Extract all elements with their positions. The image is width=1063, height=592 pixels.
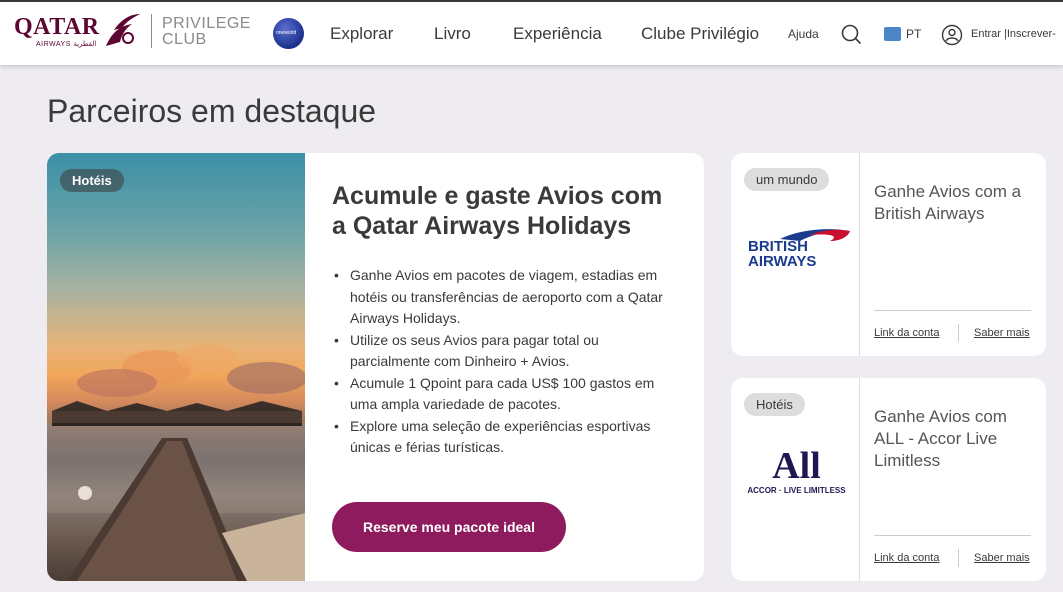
globe-icon[interactable]: [884, 27, 901, 41]
featured-partner-card: Hotéis Acumule e gaste Avios com a Qatar…: [47, 153, 704, 581]
page-title: Parceiros em destaque: [47, 93, 377, 129]
help-link[interactable]: Ajuda: [788, 27, 819, 41]
privilege-club-label[interactable]: PRIVILEGE CLUB: [162, 16, 251, 48]
link-separator: [958, 324, 959, 342]
link-account-link[interactable]: Link da conta: [874, 552, 939, 564]
oneworld-text: oneworld: [276, 30, 297, 36]
logo-line: BRITISH: [748, 238, 808, 255]
category-tag: um mundo: [744, 168, 830, 191]
oryx-icon: [106, 14, 140, 46]
featured-card-title: Acumule e gaste Avios com a Qatar Airway…: [332, 182, 663, 240]
nav-livro[interactable]: Livro: [434, 24, 471, 44]
logo-line: AIRWAYS: [748, 253, 817, 270]
learn-more-link[interactable]: Saber mais: [974, 327, 1030, 339]
link-separator: [958, 549, 959, 567]
club-label: CLUB: [162, 31, 207, 48]
privilege-label: PRIVILEGE: [162, 15, 251, 32]
card-divider: [859, 153, 860, 356]
card-divider: [859, 378, 860, 581]
nav-experiencia[interactable]: Experiência: [513, 24, 602, 44]
accor-all-logo: All ACCOR · LIVE LIMITLESS: [739, 445, 854, 496]
top-header: QATAR AIRWAYS القطرية PRIVILEGE CLUB one…: [0, 0, 1063, 65]
learn-more-link[interactable]: Saber mais: [974, 552, 1030, 564]
search-icon[interactable]: [840, 23, 862, 45]
logo-mark: All: [772, 445, 821, 487]
category-tag: Hotéis: [744, 393, 805, 416]
book-package-button[interactable]: Reserve meu pacote ideal: [332, 502, 566, 552]
nav-clube-privilegio[interactable]: Clube Privilégio: [641, 24, 759, 44]
card-rule: [874, 310, 1031, 311]
benefit-item: Explore uma seleção de experiências espo…: [332, 416, 682, 459]
partner-card-british-airways: um mundo BRITISH AIRWAYS Ganhe Avios com…: [731, 153, 1046, 356]
login-signup-link[interactable]: Entrar |Inscrever-: [971, 28, 1056, 40]
partner-card-accor: Hotéis All ACCOR · LIVE LIMITLESS Ganhe …: [731, 378, 1046, 581]
resort-image: Hotéis: [47, 153, 305, 581]
benefit-list: Ganhe Avios em pacotes de viagem, estadi…: [332, 265, 682, 459]
british-airways-logo: BRITISH AIRWAYS: [746, 225, 851, 270]
language-selector[interactable]: PT: [906, 27, 921, 41]
partner-card-title: Ganhe Avios com ALL - Accor Live Limitle…: [874, 407, 1007, 470]
benefit-item: Acumule 1 Qpoint para cada US$ 100 gasto…: [332, 373, 682, 416]
resort-illustration: [47, 344, 305, 581]
benefit-item: Utilize os seus Avios para pagar total o…: [332, 330, 682, 373]
partner-card-title: Ganhe Avios com a British Airways: [874, 182, 1022, 223]
user-icon[interactable]: [941, 24, 963, 46]
qatar-airways-logo[interactable]: QATAR AIRWAYS القطرية: [14, 12, 144, 52]
card-rule: [874, 535, 1031, 536]
oneworld-logo[interactable]: oneworld: [273, 18, 304, 49]
logo-divider: [151, 14, 152, 48]
logo-wordmark: QATAR: [14, 14, 100, 40]
category-tag: Hotéis: [60, 169, 124, 192]
logo-tagline: ACCOR · LIVE LIMITLESS: [747, 486, 846, 495]
logo-subtext: AIRWAYS القطرية: [36, 41, 97, 48]
link-account-link[interactable]: Link da conta: [874, 327, 939, 339]
nav-explorar[interactable]: Explorar: [330, 24, 393, 44]
benefit-item: Ganhe Avios em pacotes de viagem, estadi…: [332, 265, 682, 330]
